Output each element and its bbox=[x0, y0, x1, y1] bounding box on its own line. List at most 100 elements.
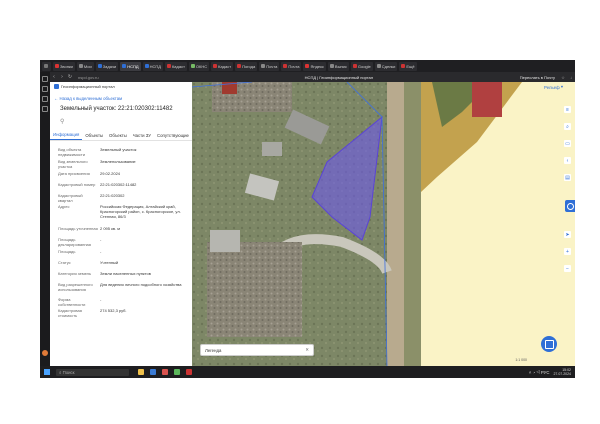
forward-icon[interactable]: › bbox=[58, 74, 66, 80]
relief-label: Рельеф bbox=[544, 84, 560, 90]
attribute-key: Площадь уточненная bbox=[58, 226, 98, 231]
tab-label: Google bbox=[357, 63, 371, 69]
yandex-icon[interactable] bbox=[186, 369, 192, 375]
browser-tab[interactable]: НСПД bbox=[142, 61, 163, 71]
rubble-area bbox=[207, 242, 302, 337]
attribute-key: Адрес bbox=[58, 204, 70, 209]
browser-tab[interactable]: Сделки bbox=[374, 61, 398, 71]
attribute-row: Кадастровый квартал 22:21:020302 bbox=[50, 193, 192, 204]
clock-date: 27.07.2024 bbox=[553, 372, 571, 376]
sidebar-icon-2[interactable] bbox=[42, 86, 48, 92]
browser-app-icon[interactable] bbox=[162, 369, 168, 375]
attribute-value: 2 095 кв. м bbox=[100, 226, 120, 231]
legend-bar[interactable]: Легенда ✕ bbox=[200, 344, 314, 356]
system-tray: ˄ ◔ ◁ РУС 15:02 27.07.2024 bbox=[529, 368, 571, 377]
attribute-row: Дата присвоения 29.02.2024 bbox=[50, 171, 192, 182]
panel-tab[interactable]: Части ЗУ bbox=[130, 130, 154, 140]
browser-tab[interactable]: Мои bbox=[76, 61, 94, 71]
panel-tab[interactable]: Объекты bbox=[82, 130, 106, 140]
favicon-icon bbox=[352, 64, 357, 68]
navigate-icon[interactable]: ➤ bbox=[564, 231, 571, 238]
panel-tab[interactable]: Сопутствующие bbox=[154, 130, 192, 140]
satellite-map[interactable] bbox=[192, 82, 575, 366]
clock[interactable]: 15:02 27.07.2024 bbox=[553, 368, 571, 377]
excel-icon[interactable] bbox=[174, 369, 180, 375]
browser-tab[interactable]: Звонки bbox=[53, 61, 75, 71]
map-view[interactable]: Рельеф ▾ ≡ ⌕ ▭ ‹ ▤ ➤ + − Легенда ✕ 1:1 0… bbox=[192, 82, 575, 366]
panel-header: Геоинформационный портал bbox=[50, 82, 192, 91]
page-title: НСПД | Геоинформационный портал bbox=[304, 74, 374, 80]
windows-start-icon[interactable] bbox=[44, 369, 50, 375]
avatar[interactable] bbox=[42, 350, 48, 356]
favicon-icon bbox=[144, 64, 149, 68]
attribute-row: Адрес Российская Федерация, Алтайский кра… bbox=[50, 204, 192, 226]
address-bar: ‹ › ↻ nspd.gov.ru НСПД | Геоинформационн… bbox=[50, 72, 575, 82]
attribute-key: Статус bbox=[58, 260, 71, 265]
measure-icon[interactable]: ▭ bbox=[564, 140, 571, 147]
pin-icon[interactable]: ⚲ bbox=[50, 118, 192, 126]
layers-fab[interactable] bbox=[541, 336, 557, 352]
attribute-row: Площадь декларированная - bbox=[50, 237, 192, 249]
attribute-value: Землепользование bbox=[100, 159, 136, 164]
taskbar-search[interactable]: ⌕ Поиск bbox=[56, 368, 129, 376]
browser-menu[interactable] bbox=[42, 61, 51, 71]
download-icon[interactable]: ↓ bbox=[567, 75, 575, 80]
tab-label: Погода bbox=[242, 63, 256, 69]
building-2 bbox=[262, 142, 282, 156]
share-button[interactable]: Переслать в Почту bbox=[520, 75, 555, 80]
favicon-icon bbox=[213, 64, 218, 68]
browser-tab[interactable]: Погода bbox=[235, 61, 258, 71]
pinned-apps bbox=[135, 369, 195, 375]
close-icon[interactable]: ✕ bbox=[305, 347, 309, 353]
panel-tab[interactable]: Объекты bbox=[106, 130, 130, 140]
browser-tab[interactable]: Кадаст bbox=[211, 61, 234, 71]
browser-tab[interactable]: Яндекс bbox=[303, 61, 326, 71]
url-field[interactable]: nspd.gov.ru bbox=[78, 75, 158, 80]
browser-tab[interactable]: Почта bbox=[281, 61, 302, 71]
browser-tab[interactable]: НСПД bbox=[120, 61, 141, 71]
tab-label: ОКНС bbox=[195, 63, 208, 69]
bookmark-icon[interactable]: ☆ bbox=[559, 75, 567, 80]
browser-tab[interactable]: Google bbox=[350, 61, 373, 71]
zoom-in-icon[interactable]: + bbox=[564, 248, 571, 255]
mail-icon[interactable] bbox=[150, 369, 156, 375]
back-icon[interactable]: ‹ bbox=[50, 74, 58, 80]
browser-tab[interactable]: Выпис bbox=[327, 61, 349, 71]
browser-tab[interactable]: Задачи bbox=[95, 61, 119, 71]
zoom-out-icon[interactable]: − bbox=[564, 265, 571, 272]
attribute-key: Вид земельного участка bbox=[58, 159, 88, 169]
tab-label: Мои bbox=[83, 63, 92, 69]
sidebar-icon-4[interactable] bbox=[42, 106, 48, 112]
favicon-icon bbox=[283, 64, 288, 68]
relief-toggle[interactable]: Рельеф ▾ bbox=[544, 84, 563, 90]
attribute-value: Земельный участок bbox=[100, 147, 137, 152]
search-icon[interactable]: ⌕ bbox=[564, 123, 571, 130]
explorer-icon[interactable] bbox=[138, 369, 144, 375]
tab-label: Кадаст bbox=[218, 63, 232, 69]
browser-tab[interactable]: ОКНС bbox=[188, 61, 210, 71]
browser-tab[interactable]: Кадаст bbox=[164, 61, 187, 71]
attribute-key: Кадастровый квартал bbox=[58, 193, 83, 203]
tab-label: Кадаст bbox=[171, 63, 185, 69]
sidebar-icon-1[interactable] bbox=[42, 76, 48, 82]
share-icon[interactable]: ‹ bbox=[564, 157, 571, 164]
layers-icon[interactable]: ≡ bbox=[564, 106, 571, 113]
favicon-icon bbox=[122, 64, 127, 68]
back-to-objects-link[interactable]: ← Назад к выделенным объектам bbox=[50, 94, 192, 103]
attribute-value: 22:21:020302 bbox=[100, 193, 125, 198]
side-panel-button[interactable] bbox=[565, 200, 575, 212]
browser-tab[interactable]: Ещё bbox=[399, 61, 417, 71]
reload-icon[interactable]: ↻ bbox=[66, 74, 74, 80]
print-icon[interactable]: ▤ bbox=[564, 174, 571, 181]
chevron-down-icon: ▾ bbox=[559, 84, 563, 89]
attribute-key: Дата присвоения bbox=[58, 171, 90, 176]
input-language[interactable]: РУС bbox=[541, 370, 550, 375]
tab-label: Звонки bbox=[60, 63, 73, 69]
browser-tab[interactable]: Почта bbox=[259, 61, 280, 71]
tab-label: НСПД bbox=[127, 63, 139, 69]
panel-tab[interactable]: Информация bbox=[50, 130, 83, 140]
attribute-row: Вид земельного участка Землепользование bbox=[50, 159, 192, 171]
sidebar-icon-3[interactable] bbox=[42, 96, 48, 102]
tab-label: Почта bbox=[266, 63, 278, 69]
tab-label: Ещё bbox=[406, 63, 415, 69]
